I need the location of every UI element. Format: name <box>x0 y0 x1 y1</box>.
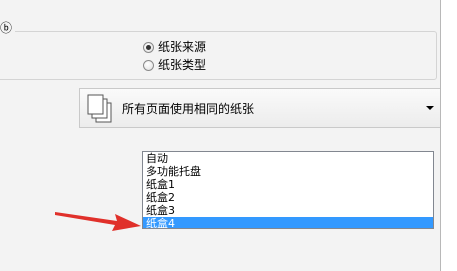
chevron-down-icon[interactable] <box>426 106 434 110</box>
print-settings-panel: ⓑ 纸张来源 纸张类型 所有页面使用相同的纸张 自动 多功能托盘 纸盒1 纸盒2… <box>0 0 440 271</box>
red-arrow-icon <box>55 212 141 231</box>
window-edge <box>440 0 457 271</box>
list-item-auto[interactable]: 自动 <box>143 152 433 165</box>
radio-paper-type[interactable]: 纸张类型 <box>143 56 206 74</box>
radio-button[interactable] <box>143 59 154 71</box>
list-item-tray-2[interactable]: 纸盒2 <box>143 191 433 204</box>
radio-label-paper-type: 纸张类型 <box>158 58 207 72</box>
radio-paper-source[interactable]: 纸张来源 <box>143 38 206 56</box>
group-label: ⓑ <box>0 20 16 36</box>
paper-source-group <box>0 31 437 80</box>
paper-usage-dropdown[interactable]: 所有页面使用相同的纸张 <box>79 88 440 128</box>
tray-listbox[interactable]: 自动 多功能托盘 纸盒1 纸盒2 纸盒3 纸盒4 <box>142 151 434 229</box>
radio-button[interactable] <box>143 41 154 53</box>
paper-stack-icon <box>87 94 112 123</box>
radio-label-paper-source: 纸张来源 <box>158 40 207 54</box>
list-item-multipurpose-tray[interactable]: 多功能托盘 <box>143 165 433 178</box>
list-item-tray-4[interactable]: 纸盒4 <box>143 217 433 228</box>
dropdown-selected-value: 所有页面使用相同的纸张 <box>122 102 255 116</box>
list-item-tray-3[interactable]: 纸盒3 <box>143 204 433 217</box>
list-item-tray-1[interactable]: 纸盒1 <box>143 178 433 191</box>
